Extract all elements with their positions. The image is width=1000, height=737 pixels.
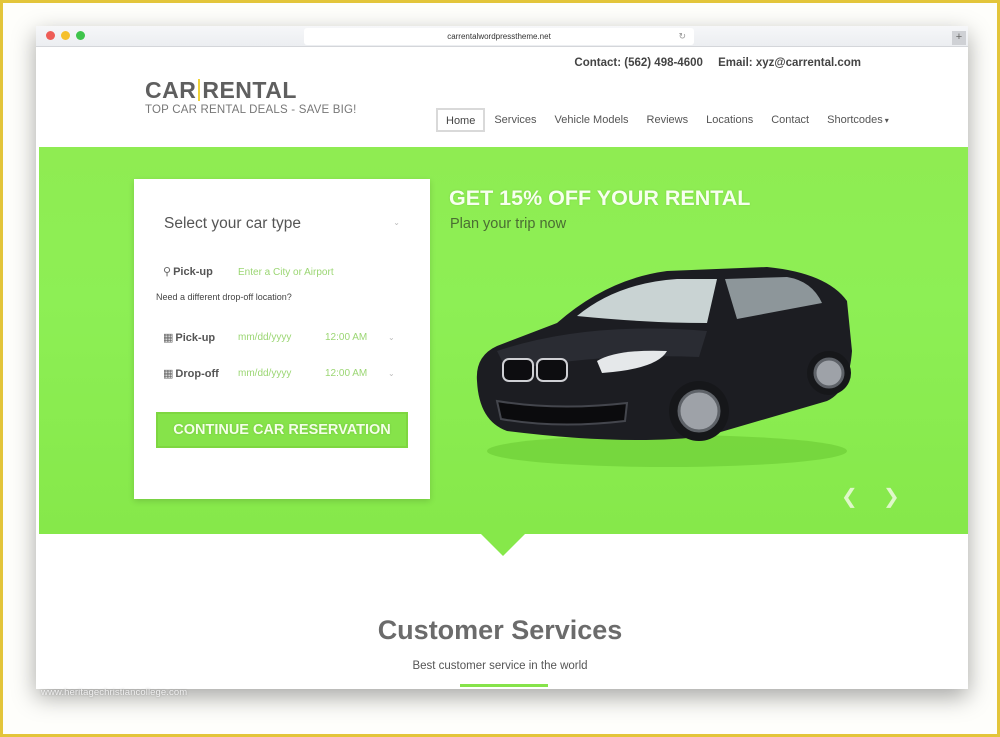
nav-item-vehicle-models[interactable]: Vehicle Models [546, 108, 638, 132]
watermark-text: www.heritagechristiancollege.com [41, 687, 188, 698]
logo-text-car: CAR [145, 77, 197, 103]
close-window-button[interactable] [46, 31, 55, 40]
dropoff-date-label: ▦ Drop-off [163, 367, 219, 380]
maximize-window-button[interactable] [76, 31, 85, 40]
nav-item-contact[interactable]: Contact [762, 108, 818, 132]
hero-pointer-arrow [481, 534, 525, 556]
hero-subtitle: Plan your trip now [450, 216, 567, 232]
nav-item-home[interactable]: Home [436, 108, 486, 132]
car-type-value: Select your car type [164, 215, 301, 232]
nav-item-locations[interactable]: Locations [697, 108, 762, 132]
pickup-location-label: ⚲ Pick-up [163, 265, 213, 278]
logo-text-rental: RENTAL [202, 77, 297, 103]
site-header: Contact: (562) 498-4600 Email: xyz@carre… [36, 47, 968, 147]
logo-separator [198, 79, 201, 101]
caret-down-icon: ▾ [884, 116, 889, 125]
chevron-down-icon: ⌄ [388, 333, 395, 342]
pickup-location-label-text: Pick-up [173, 266, 213, 278]
chevron-down-icon: ⌄ [393, 218, 400, 227]
pickup-location-input[interactable]: Enter a City or Airport [238, 267, 334, 278]
contact-email[interactable]: Email: xyz@carrental.com [718, 57, 861, 69]
pickup-date-label-text: Pick-up [175, 332, 216, 344]
reservation-form: Select your car type ⌄ ⚲ Pick-up Enter a … [134, 179, 430, 499]
dropoff-time-select[interactable]: 12:00 AM [325, 368, 367, 379]
nav-item-shortcodes-label: Shortcodes [827, 114, 883, 126]
pickup-date-input[interactable]: mm/dd/yyyy [238, 332, 291, 343]
car-shadow [487, 435, 847, 467]
map-pin-icon: ⚲ [163, 266, 172, 278]
car-grille-left [502, 358, 534, 382]
car-type-select[interactable]: Select your car type ⌄ [164, 215, 400, 233]
address-bar[interactable]: carrentalwordpresstheme.net ↻ [304, 28, 694, 45]
slider-prev-button[interactable]: ❮ [841, 484, 858, 509]
slider-next-button[interactable]: ❯ [883, 484, 900, 509]
hero-title: GET 15% OFF YOUR RENTAL [449, 186, 751, 210]
url-text: carrentalwordpresstheme.net [447, 32, 551, 41]
car-front-rim [677, 389, 721, 433]
nav-item-reviews[interactable]: Reviews [638, 108, 698, 132]
calendar-icon: ▦ [163, 368, 174, 380]
main-nav: Home Services Vehicle Models Reviews Loc… [436, 108, 898, 132]
contact-info: Contact: (562) 498-4600 Email: xyz@carre… [562, 57, 861, 69]
pickup-date-label: ▦ Pick-up [163, 331, 215, 344]
dropoff-date-input[interactable]: mm/dd/yyyy [238, 368, 291, 379]
car-image [476, 267, 852, 467]
car-grille-right [536, 358, 568, 382]
section-subtitle: Best customer service in the world [412, 660, 588, 672]
car-rear-rim [813, 357, 845, 389]
nav-item-shortcodes[interactable]: Shortcodes ▾ [818, 108, 898, 132]
pickup-time-select[interactable]: 12:00 AM [325, 332, 367, 343]
dropoff-date-label-text: Drop-off [175, 368, 219, 380]
site-tagline: TOP CAR RENTAL DEALS - SAVE BIG! [145, 104, 357, 116]
contact-phone[interactable]: Contact: (562) 498-4600 [574, 57, 702, 69]
nav-item-services[interactable]: Services [485, 108, 545, 132]
new-tab-button[interactable]: + [952, 31, 966, 45]
chevron-down-icon: ⌄ [388, 369, 395, 378]
minimize-window-button[interactable] [61, 31, 70, 40]
calendar-icon: ▦ [163, 332, 174, 344]
browser-titlebar: carrentalwordpresstheme.net ↻ + [36, 26, 968, 47]
continue-reservation-button[interactable]: CONTINUE CAR RESERVATION [156, 412, 408, 448]
different-dropoff-link[interactable]: Need a different drop-off location? [156, 292, 292, 302]
section-title: Customer Services [377, 615, 623, 645]
reload-icon[interactable]: ↻ [678, 28, 686, 45]
site-logo[interactable]: CAR RENTAL [145, 77, 297, 104]
section-underline [460, 684, 548, 687]
